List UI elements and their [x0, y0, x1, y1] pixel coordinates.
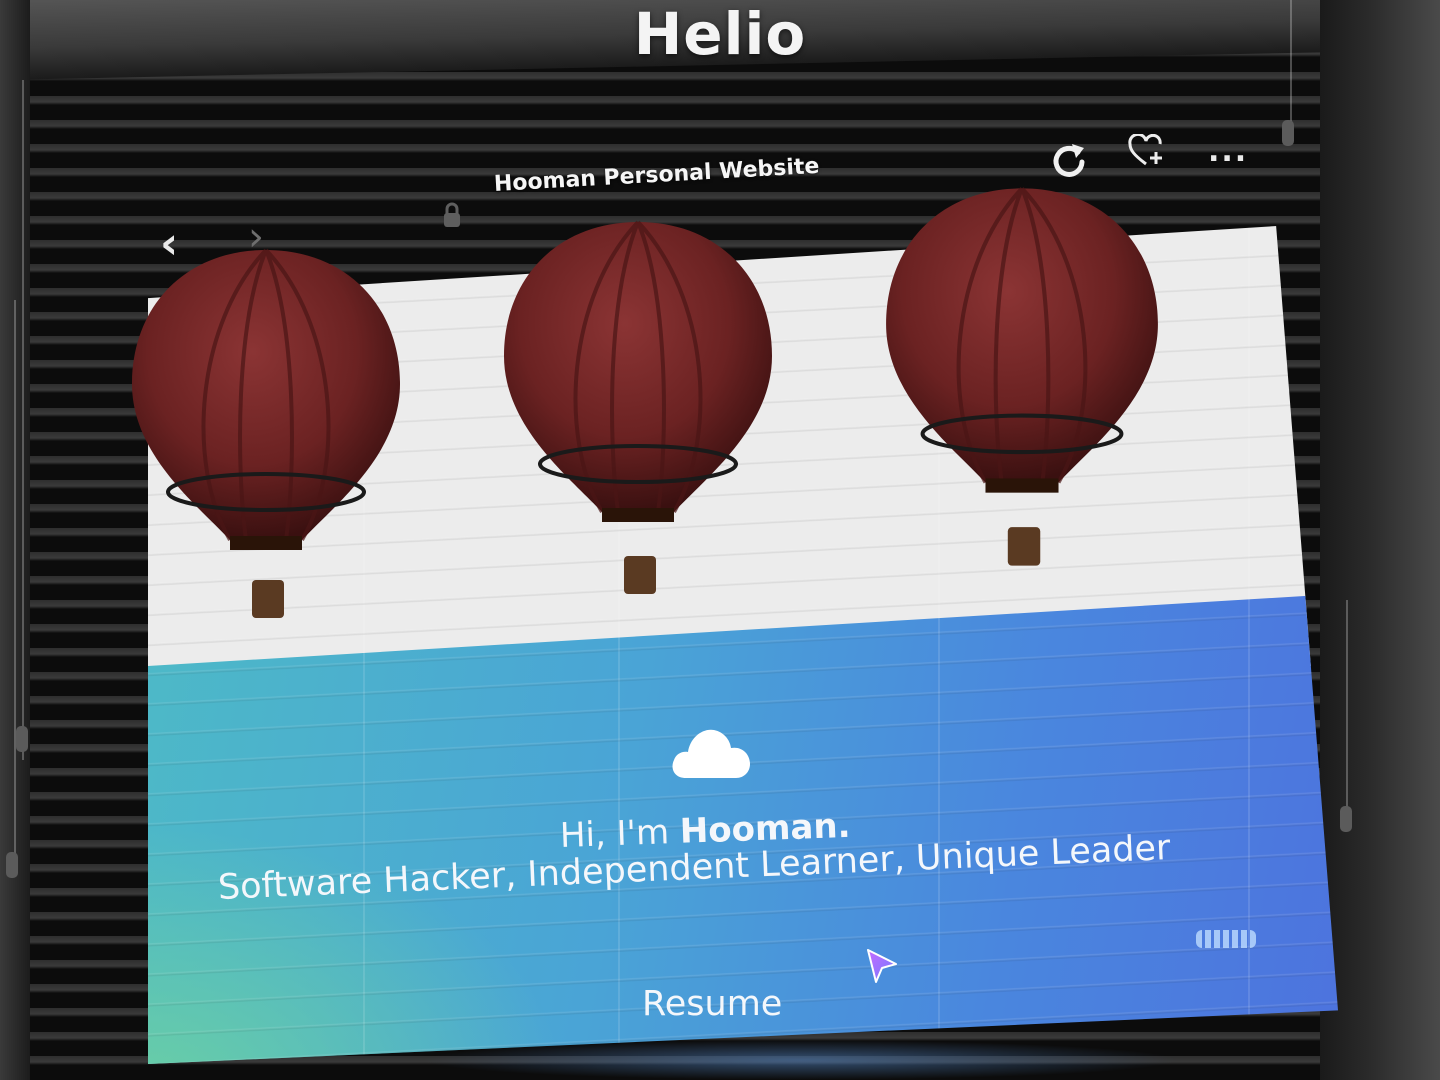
blind-cord	[1346, 600, 1348, 810]
heart-plus-icon[interactable]	[1128, 132, 1168, 174]
resume-link[interactable]: Resume	[642, 984, 782, 1024]
balloon-image	[132, 248, 400, 618]
balloon-image	[504, 220, 772, 594]
more-icon[interactable]: ...	[1208, 134, 1248, 169]
blind-cord-pull	[6, 852, 18, 878]
blind-cord	[14, 300, 16, 860]
blind-cord-pull	[16, 726, 28, 752]
balloon-image	[886, 186, 1158, 566]
lock-icon	[440, 201, 464, 235]
app-title: Helio	[633, 0, 807, 68]
cloud-icon	[668, 720, 752, 784]
window-frame-right	[1320, 0, 1440, 1080]
floor-glow	[420, 1040, 1180, 1080]
pointer-cursor-icon	[862, 946, 902, 990]
blind-cord-pull	[1340, 806, 1352, 832]
blind-cord-pull	[1282, 120, 1294, 146]
decorative-marks	[1196, 930, 1256, 948]
blind-cord	[22, 80, 24, 760]
